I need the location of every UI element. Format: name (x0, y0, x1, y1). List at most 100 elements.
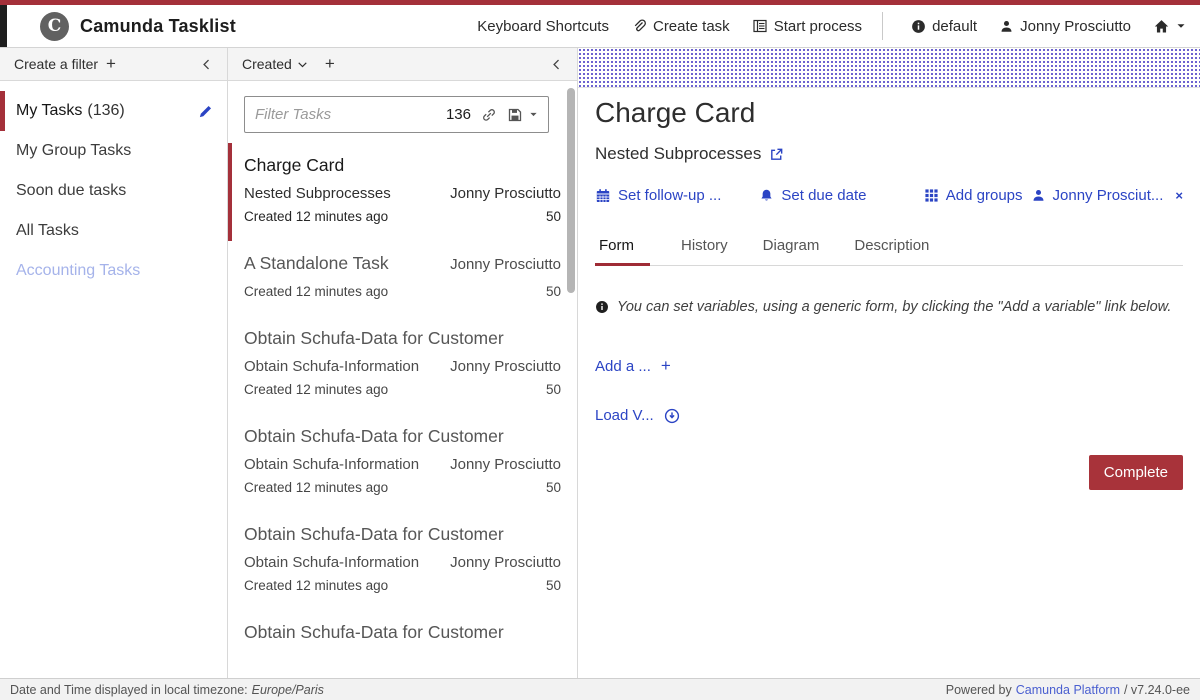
filter-label: My Tasks (16, 102, 82, 120)
info-circle-icon (911, 19, 926, 34)
bell-icon (759, 188, 774, 203)
engine-selector[interactable]: default (911, 18, 977, 35)
tab-history[interactable]: History (677, 229, 732, 266)
task-title: Obtain Schufa-Data for Customer (244, 426, 561, 447)
add-sort-button[interactable]: + (325, 54, 335, 74)
navbar: C Camunda Tasklist Keyboard Shortcuts Cr… (0, 5, 1200, 48)
task-item-standalone[interactable]: A Standalone Task Jonny Prosciutto Creat… (228, 241, 577, 316)
create-filter-plus-button[interactable]: + (106, 54, 116, 74)
task-process: Obtain Schufa-Information (244, 554, 419, 571)
filter-label: Accounting Tasks (16, 262, 140, 280)
collapse-tasklist-icon[interactable] (550, 58, 563, 71)
create-task-label: Create task (653, 18, 730, 35)
keyboard-shortcuts-link[interactable]: Keyboard Shortcuts (477, 18, 609, 35)
process-list-icon (752, 18, 768, 34)
filter-item-soon-due-tasks[interactable]: Soon due tasks (0, 171, 227, 211)
tasklist-scrollbar[interactable] (567, 88, 575, 293)
task-created: Created 12 minutes ago (244, 284, 388, 299)
copy-link-icon[interactable] (481, 107, 497, 123)
add-variable-link[interactable]: Add a ... + (595, 356, 1183, 376)
load-variables-label: Load V... (595, 407, 654, 424)
task-title: Obtain Schufa-Data for Customer (244, 524, 561, 545)
task-title: Obtain Schufa-Data for Customer (244, 622, 561, 643)
chevron-down-icon (297, 59, 308, 70)
task-assignee: Jonny Prosciutto (450, 185, 561, 202)
brand[interactable]: C Camunda Tasklist (40, 12, 236, 41)
create-task-button[interactable]: Create task (631, 18, 730, 35)
home-menu[interactable] (1153, 18, 1186, 35)
start-process-label: Start process (774, 18, 862, 35)
assignee-link[interactable]: Jonny Prosciut... (1031, 187, 1164, 204)
task-count: 136 (446, 106, 471, 123)
process-definition-row: Nested Subprocesses (595, 144, 1183, 164)
task-created: Created 12 minutes ago (244, 578, 388, 593)
left-edge-accent (0, 5, 7, 47)
add-groups-link[interactable]: Add groups (924, 187, 1023, 204)
timezone-prefix: Date and Time displayed in local timezon… (10, 683, 248, 697)
save-filter-icon[interactable] (507, 107, 523, 123)
task-title: Charge Card (244, 155, 561, 176)
add-variable-label: Add a ... (595, 358, 651, 375)
filter-item-accounting-tasks[interactable]: Accounting Tasks (0, 251, 227, 291)
person-icon (1031, 188, 1046, 203)
task-item-charge-card[interactable]: Charge Card Nested Subprocesses Jonny Pr… (228, 143, 577, 241)
timezone-info: Date and Time displayed in local timezon… (10, 683, 324, 697)
tab-diagram[interactable]: Diagram (759, 229, 824, 266)
filter-list: My Tasks (136) My Group Tasks Soon due t… (0, 81, 227, 291)
form-info-text: You can set variables, using a generic f… (617, 299, 1171, 315)
footer: Date and Time displayed in local timezon… (0, 678, 1200, 700)
external-link-icon[interactable] (769, 147, 784, 162)
sort-control[interactable]: Created + (242, 54, 335, 74)
camunda-logo-icon: C (40, 12, 69, 41)
user-menu[interactable]: Jonny Prosciutto (999, 18, 1131, 35)
filter-item-my-group-tasks[interactable]: My Group Tasks (0, 131, 227, 171)
navbar-divider (882, 12, 883, 40)
set-followup-label: Set follow-up ... (618, 187, 721, 204)
task-item-schufa-3[interactable]: Obtain Schufa-Data for Customer Obtain S… (228, 512, 577, 610)
set-due-date-label: Set due date (781, 187, 866, 204)
paperclip-icon (631, 18, 647, 34)
task-detail-panel: Charge Card Nested Subprocesses Set foll… (578, 48, 1200, 678)
assignment-controls: Add groups Jonny Prosciut... × (924, 187, 1183, 204)
task-assignee: Jonny Prosciutto (450, 456, 561, 473)
task-detail-title: Charge Card (595, 97, 1183, 129)
tasklist-header: Created + (228, 48, 577, 81)
filter-label: All Tasks (16, 222, 79, 240)
task-assignee: Jonny Prosciutto (450, 256, 561, 273)
task-priority: 50 (546, 382, 561, 397)
filters-header: Create a filter + (0, 48, 227, 81)
assignee-label: Jonny Prosciut... (1053, 187, 1164, 204)
edit-filter-pencil-icon[interactable] (198, 104, 213, 119)
load-variables-link[interactable]: Load V... (595, 407, 1183, 424)
powered-by: Powered by Camunda Platform / v7.24.0-ee (946, 683, 1190, 697)
save-caret-down-icon[interactable] (529, 110, 538, 119)
task-list: Charge Card Nested Subprocesses Jonny Pr… (228, 143, 577, 669)
filter-item-all-tasks[interactable]: All Tasks (0, 211, 227, 251)
task-item-schufa-4[interactable]: Obtain Schufa-Data for Customer (228, 610, 577, 669)
tab-description[interactable]: Description (850, 229, 933, 266)
user-label: Jonny Prosciutto (1020, 18, 1131, 35)
complete-button[interactable]: Complete (1089, 455, 1183, 490)
info-circle-icon (595, 300, 609, 314)
navbar-menu: Keyboard Shortcuts Create task Start pro… (455, 12, 1186, 40)
set-due-date-link[interactable]: Set due date (759, 187, 866, 204)
remove-assignee-button[interactable]: × (1175, 188, 1183, 203)
task-item-schufa-1[interactable]: Obtain Schufa-Data for Customer Obtain S… (228, 316, 577, 414)
filters-sidebar: Create a filter + My Tasks (136) My Grou… (0, 48, 228, 678)
start-process-button[interactable]: Start process (752, 18, 862, 35)
set-followup-link[interactable]: Set follow-up ... (595, 187, 721, 204)
groups-grid-icon (924, 188, 939, 203)
task-process: Nested Subprocesses (244, 185, 391, 202)
filter-tasks-input[interactable] (255, 106, 436, 123)
app-body: Create a filter + My Tasks (136) My Grou… (0, 48, 1200, 678)
task-item-schufa-2[interactable]: Obtain Schufa-Data for Customer Obtain S… (228, 414, 577, 512)
tab-form[interactable]: Form (595, 229, 650, 266)
filter-label: Soon due tasks (16, 182, 126, 200)
collapse-sidebar-icon[interactable] (200, 58, 213, 71)
task-priority: 50 (546, 578, 561, 593)
home-icon (1153, 18, 1170, 35)
complete-row: Complete (595, 455, 1183, 490)
caret-down-icon (1176, 21, 1186, 31)
filter-item-my-tasks[interactable]: My Tasks (136) (0, 91, 227, 131)
camunda-platform-link[interactable]: Camunda Platform (1016, 683, 1120, 697)
